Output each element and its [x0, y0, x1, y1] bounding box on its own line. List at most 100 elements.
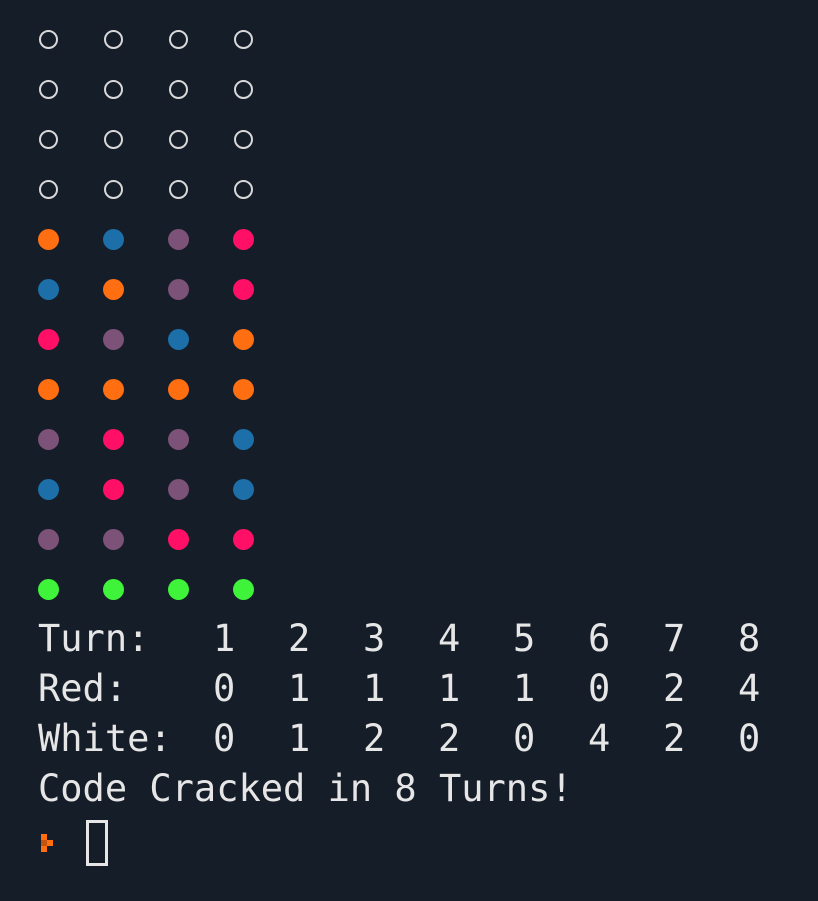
pink-peg-icon — [233, 528, 254, 550]
peg-slot — [38, 414, 103, 464]
peg-slot — [168, 164, 233, 214]
orange-peg-icon — [168, 378, 189, 400]
guess-row — [38, 164, 298, 214]
peg-slot — [233, 14, 298, 64]
pink-peg-icon — [103, 428, 124, 450]
guess-row — [38, 514, 298, 564]
guess-row — [38, 564, 298, 614]
purple-peg-icon — [168, 278, 189, 300]
peg-slot — [103, 214, 168, 264]
red-value: 0 — [588, 666, 611, 710]
block-cursor[interactable] — [86, 820, 108, 866]
peg-slot — [168, 64, 233, 114]
turn-value: 3 — [363, 616, 386, 660]
white-value: 0 — [213, 716, 236, 760]
purple-peg-icon — [103, 328, 124, 350]
peg-slot — [233, 464, 298, 514]
guess-row — [38, 64, 298, 114]
red-row: Red: 0 1 1 1 1 0 2 4 — [38, 663, 813, 713]
white-value: 1 — [288, 716, 311, 760]
peg-slot — [233, 64, 298, 114]
peg-slot — [38, 14, 103, 64]
white-value: 4 — [588, 716, 611, 760]
empty-peg-icon — [234, 29, 253, 49]
orange-peg-icon — [38, 378, 59, 400]
white-value: 2 — [363, 716, 386, 760]
peg-slot — [38, 364, 103, 414]
peg-slot — [168, 114, 233, 164]
peg-slot — [103, 314, 168, 364]
purple-peg-icon — [168, 228, 189, 250]
blue-peg-icon — [233, 478, 254, 500]
peg-slot — [103, 164, 168, 214]
purple-peg-icon — [168, 428, 189, 450]
guess-row — [38, 14, 298, 64]
red-value: 2 — [663, 666, 686, 710]
peg-slot — [38, 214, 103, 264]
peg-slot — [103, 364, 168, 414]
peg-slot — [233, 214, 298, 264]
empty-peg-icon — [234, 79, 253, 99]
purple-peg-icon — [38, 528, 59, 550]
peg-slot — [168, 314, 233, 364]
peg-slot — [38, 114, 103, 164]
white-label: White: — [38, 716, 172, 760]
white-value: 0 — [513, 716, 536, 760]
turn-value: 2 — [288, 616, 311, 660]
peg-slot — [103, 514, 168, 564]
command-prompt[interactable] — [38, 815, 108, 871]
guess-row — [38, 264, 298, 314]
peg-slot — [233, 164, 298, 214]
peg-slot — [103, 564, 168, 614]
red-value: 1 — [288, 666, 311, 710]
turn-value: 5 — [513, 616, 536, 660]
peg-slot — [233, 364, 298, 414]
empty-peg-icon — [104, 179, 123, 199]
white-row: White: 0 1 2 2 0 4 2 0 — [38, 713, 813, 763]
white-value: 2 — [663, 716, 686, 760]
peg-slot — [38, 264, 103, 314]
peg-slot — [168, 264, 233, 314]
peg-slot — [168, 564, 233, 614]
empty-peg-icon — [39, 179, 58, 199]
peg-slot — [233, 414, 298, 464]
peg-slot — [103, 64, 168, 114]
turn-label: Turn: — [38, 616, 150, 660]
red-label: Red: — [38, 666, 128, 710]
peg-slot — [103, 264, 168, 314]
turn-value: 4 — [438, 616, 461, 660]
peg-slot — [103, 414, 168, 464]
peg-slot — [38, 314, 103, 364]
green-peg-icon — [38, 578, 59, 600]
blue-peg-icon — [103, 228, 124, 250]
red-value: 1 — [438, 666, 461, 710]
blue-peg-icon — [38, 478, 59, 500]
terminal-window: Turn: 1 2 3 4 5 6 7 8 Red: 0 1 1 1 1 0 2… — [0, 0, 818, 901]
orange-peg-icon — [103, 278, 124, 300]
red-value: 1 — [513, 666, 536, 710]
empty-peg-icon — [39, 79, 58, 99]
empty-peg-icon — [104, 29, 123, 49]
pink-peg-icon — [103, 478, 124, 500]
purple-peg-icon — [168, 478, 189, 500]
empty-peg-icon — [39, 129, 58, 149]
peg-slot — [233, 514, 298, 564]
green-peg-icon — [168, 578, 189, 600]
orange-peg-icon — [38, 228, 59, 250]
peg-slot — [168, 514, 233, 564]
turn-value: 6 — [588, 616, 611, 660]
peg-slot — [168, 14, 233, 64]
guess-row — [38, 464, 298, 514]
white-value: 2 — [438, 716, 461, 760]
purple-peg-icon — [38, 428, 59, 450]
orange-peg-icon — [233, 378, 254, 400]
peg-slot — [38, 564, 103, 614]
empty-peg-icon — [234, 179, 253, 199]
score-table: Turn: 1 2 3 4 5 6 7 8 Red: 0 1 1 1 1 0 2… — [38, 613, 813, 763]
pink-peg-icon — [38, 328, 59, 350]
peg-slot — [38, 64, 103, 114]
guess-row — [38, 214, 298, 264]
peg-slot — [233, 264, 298, 314]
purple-peg-icon — [103, 528, 124, 550]
peg-slot — [168, 464, 233, 514]
